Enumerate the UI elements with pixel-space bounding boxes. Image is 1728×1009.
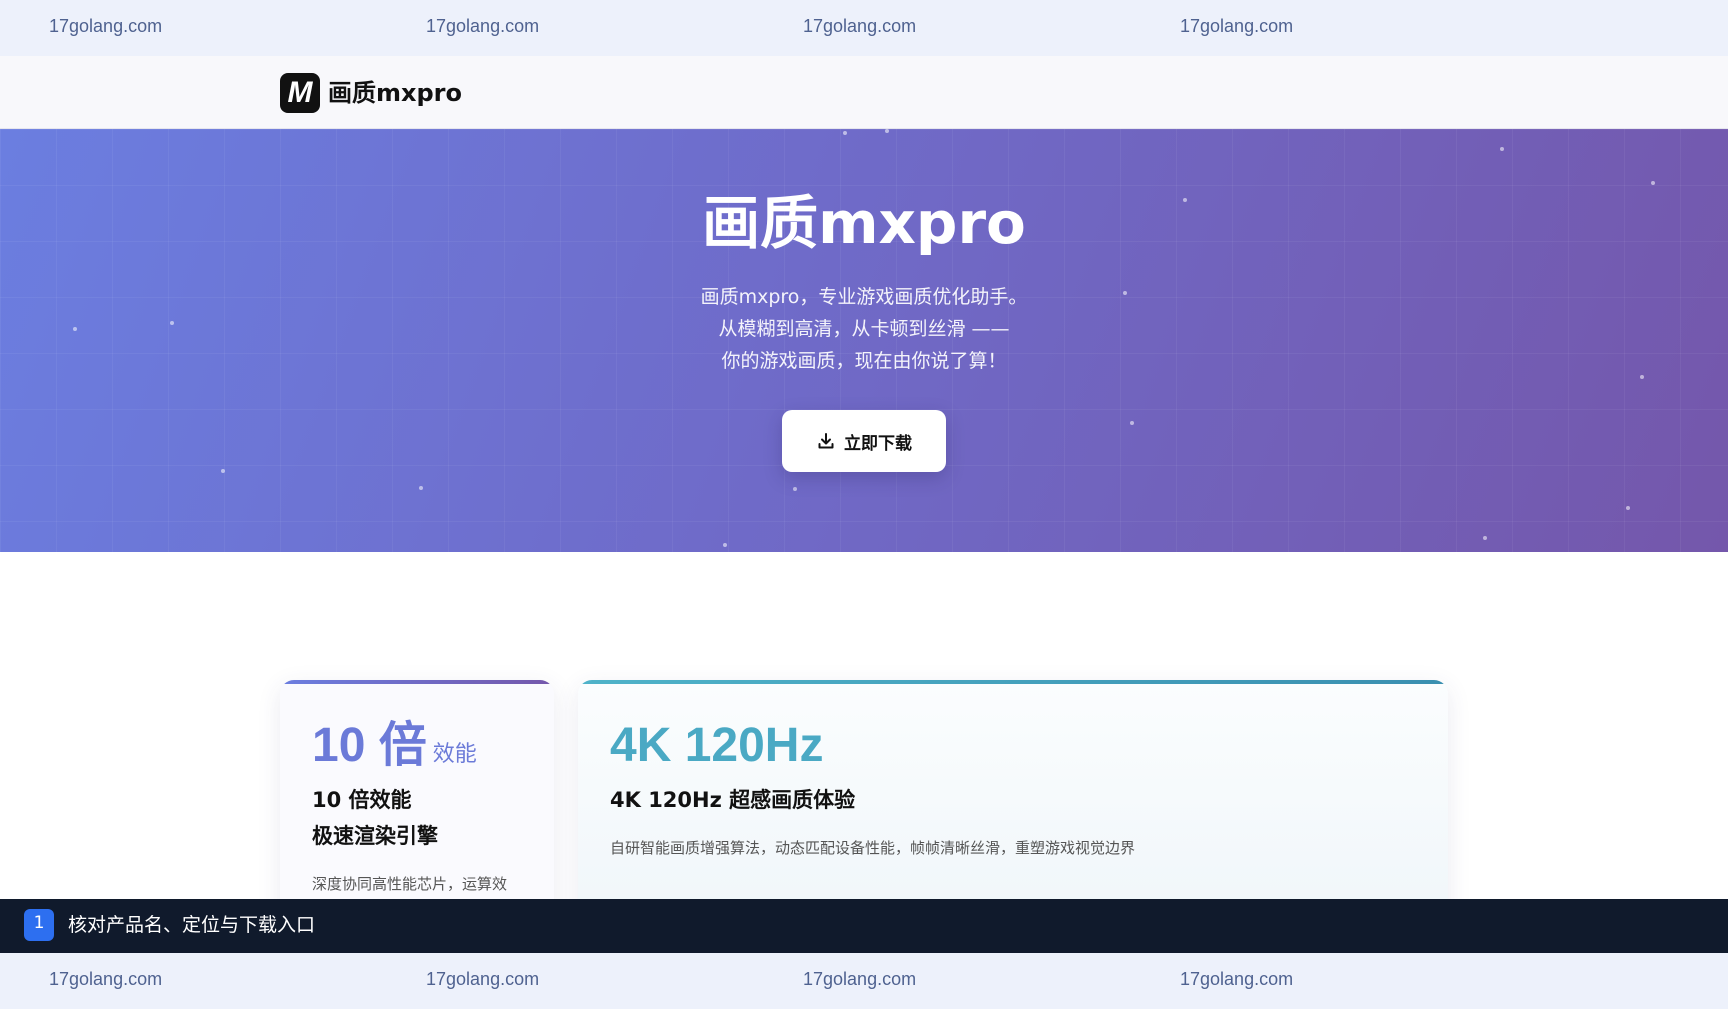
feature-stat-unit: 效能 [432,741,477,766]
feature-description: 深度协同高性能芯片，运算效 [312,875,508,893]
sparkle-dot [843,131,847,135]
sparkle-dot [221,469,225,473]
watermark-text: 17golang.com [803,16,917,36]
feature-description: 自研智能画质增强算法，动态匹配设备性能，帧帧清晰丝滑，重塑游戏视觉边界 [610,839,1136,857]
sparkle-dot [1500,147,1504,151]
hero-tagline: 画质mxpro，专业游戏画质优化助手。 从模糊到高清，从卡顿到丝滑 —— 你的游… [0,281,1728,377]
logo-icon[interactable]: M [280,73,320,113]
watermark-text: 17golang.com [49,969,163,989]
sparkle-dot [419,486,423,490]
feature-stat-value: 4K 120Hz [610,719,824,772]
sparkle-dot [793,487,797,491]
feature-title: 4K 120Hz 超感画质体验 [610,782,855,818]
hero-tagline-line: 你的游戏画质，现在由你说了算！ [721,350,1007,372]
step-number-badge: 1 [24,909,54,941]
watermark-strip-bottom: 17golang.com 17golang.com 17golang.com 1… [0,953,1728,1009]
logo-text[interactable]: 画质mxpro [328,73,462,113]
hero-title: 画质mxpro [702,189,1026,257]
hero-tagline-line: 从模糊到高清，从卡顿到丝滑 —— [718,318,1010,340]
watermark-text: 17golang.com [49,16,163,36]
feature-title-line: 极速渲染引擎 [312,824,438,848]
watermark-text: 17golang.com [1180,16,1294,36]
feature-title: 10 倍效能 极速渲染引擎 [312,782,438,854]
download-icon [818,433,834,449]
watermark-text: 17golang.com [803,969,917,989]
watermark-text: 17golang.com [426,969,540,989]
step-banner: 1 核对产品名、定位与下载入口 [0,899,1728,953]
feature-title-line: 4K 120Hz 超感画质体验 [610,788,856,812]
step-label: 核对产品名、定位与下载入口 [68,914,316,936]
watermark-text: 17golang.com [1180,969,1294,989]
site-header: M 画质mxpro [0,56,1728,129]
download-button[interactable]: 立即下载 [782,410,946,472]
feature-stat: 10 倍效能 [312,716,477,784]
sparkle-dot [723,543,727,547]
watermark-text: 17golang.com [426,16,540,36]
feature-title-line: 10 倍效能 [312,788,412,812]
sparkle-dot [885,129,889,133]
download-button-label: 立即下载 [844,433,912,454]
sparkle-dot [1626,506,1630,510]
hero-section: 画质mxpro 画质mxpro，专业游戏画质优化助手。 从模糊到高清，从卡顿到丝… [0,129,1728,552]
sparkle-dot [1130,421,1134,425]
watermark-strip-top: 17golang.com 17golang.com 17golang.com 1… [0,0,1728,56]
hero-tagline-line: 画质mxpro，专业游戏画质优化助手。 [700,286,1028,308]
feature-stat-value: 10 倍 [312,719,427,772]
sparkle-dot [1483,536,1487,540]
